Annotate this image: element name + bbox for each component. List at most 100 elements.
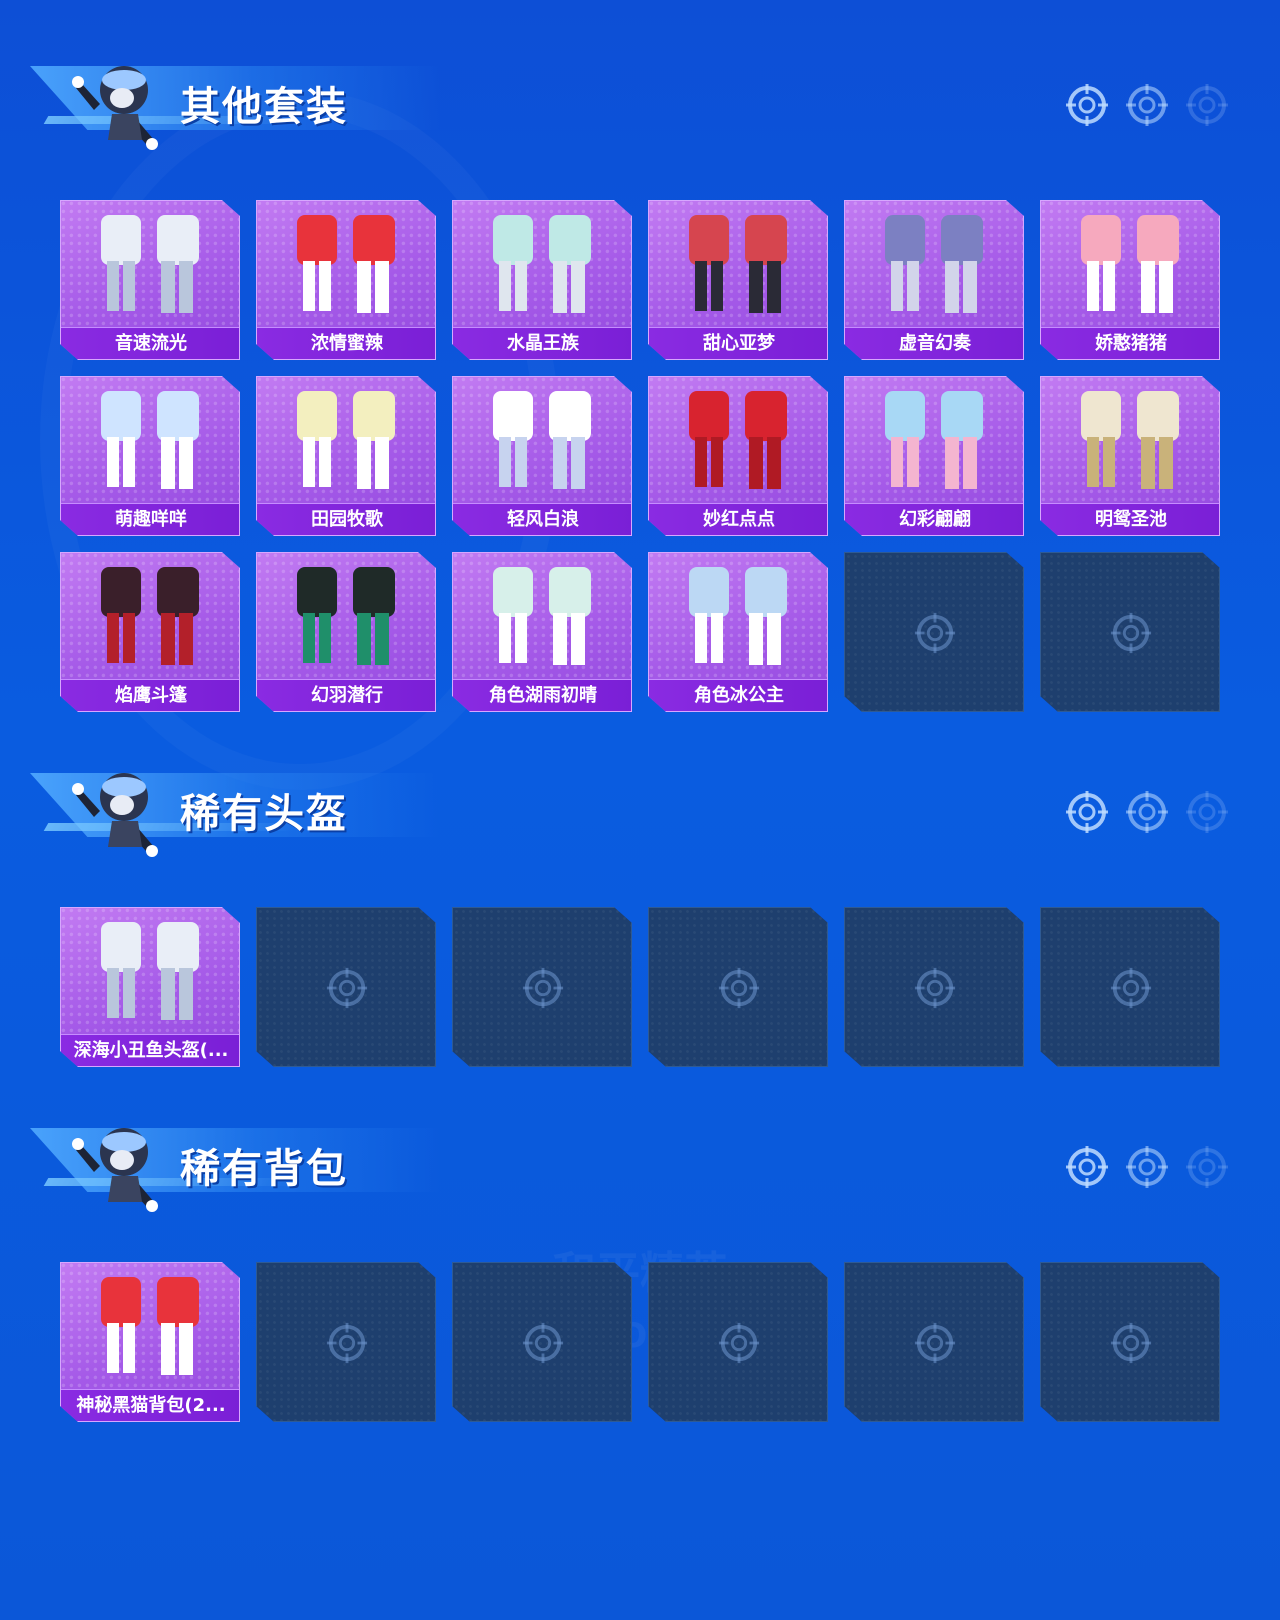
- empty-slot[interactable]: [844, 1262, 1024, 1422]
- crosshair-icon: [914, 967, 956, 1009]
- target-decoration: [1064, 1144, 1230, 1190]
- empty-slot[interactable]: [452, 907, 632, 1067]
- item-name: 轻风白浪: [453, 503, 631, 535]
- item-image: [689, 215, 787, 313]
- section-title: 稀有背包: [180, 1146, 348, 1192]
- empty-slot[interactable]: [648, 907, 828, 1067]
- item-card[interactable]: 明鸳圣池: [1040, 376, 1220, 536]
- item-card[interactable]: 水晶王族: [452, 200, 632, 360]
- section-rare-helmets: 稀有头盔 深海小丑鱼头盔(...: [0, 737, 1280, 1067]
- mascot-icon: [72, 773, 158, 857]
- crosshair-icon: [1110, 612, 1152, 654]
- empty-slot[interactable]: [844, 552, 1024, 712]
- item-name: 角色湖雨初晴: [453, 679, 631, 711]
- item-grid: 深海小丑鱼头盔(...: [60, 907, 1220, 1067]
- item-image: [885, 391, 983, 489]
- item-image: [101, 391, 199, 489]
- item-card[interactable]: 娇憨猪猪: [1040, 200, 1220, 360]
- item-name: 神秘黑猫背包(2...: [61, 1389, 239, 1421]
- item-card[interactable]: 深海小丑鱼头盔(...: [60, 907, 240, 1067]
- empty-slot[interactable]: [452, 1262, 632, 1422]
- item-grid: 神秘黑猫背包(2...: [60, 1262, 1220, 1422]
- empty-slot[interactable]: [1040, 1262, 1220, 1422]
- item-image: [493, 567, 591, 665]
- item-card[interactable]: 焰鹰斗篷: [60, 552, 240, 712]
- item-name: 幻羽潜行: [257, 679, 435, 711]
- item-image: [689, 567, 787, 665]
- item-image: [689, 391, 787, 489]
- mascot-icon: [72, 66, 158, 150]
- empty-slot[interactable]: [256, 907, 436, 1067]
- empty-slot[interactable]: [256, 1262, 436, 1422]
- item-card[interactable]: 音速流光: [60, 200, 240, 360]
- item-card[interactable]: 幻羽潜行: [256, 552, 436, 712]
- item-image: [493, 215, 591, 313]
- crosshair-icon: [522, 1322, 564, 1364]
- item-card[interactable]: 轻风白浪: [452, 376, 632, 536]
- item-card[interactable]: 神秘黑猫背包(2...: [60, 1262, 240, 1422]
- item-image: [297, 391, 395, 489]
- item-name: 田园牧歌: [257, 503, 435, 535]
- item-name: 深海小丑鱼头盔(...: [61, 1034, 239, 1066]
- crosshair-icon: [718, 967, 760, 1009]
- item-name: 虚音幻奏: [845, 327, 1023, 359]
- item-image: [101, 215, 199, 313]
- crosshair-icon: [1066, 1146, 1108, 1188]
- item-card[interactable]: 幻彩翩翩: [844, 376, 1024, 536]
- mascot-icon: [72, 1128, 158, 1212]
- item-image: [1081, 215, 1179, 313]
- item-card[interactable]: 田园牧歌: [256, 376, 436, 536]
- crosshair-icon: [914, 1322, 956, 1364]
- item-image: [101, 567, 199, 665]
- item-card[interactable]: 虚音幻奏: [844, 200, 1024, 360]
- item-name: 浓情蜜辣: [257, 327, 435, 359]
- item-name: 娇憨猪猪: [1041, 327, 1219, 359]
- crosshair-icon: [1126, 791, 1168, 833]
- item-card[interactable]: 浓情蜜辣: [256, 200, 436, 360]
- item-image: [101, 1277, 199, 1375]
- item-name: 妙红点点: [649, 503, 827, 535]
- item-image: [885, 215, 983, 313]
- section-header: 其他套装: [0, 30, 1280, 150]
- crosshair-icon: [1186, 84, 1228, 126]
- item-image: [297, 567, 395, 665]
- crosshair-icon: [326, 1322, 368, 1364]
- item-name: 角色冰公主: [649, 679, 827, 711]
- item-name: 焰鹰斗篷: [61, 679, 239, 711]
- section-rare-backpacks: 稀有背包 神秘黑猫背包(2...: [0, 1092, 1280, 1422]
- item-name: 音速流光: [61, 327, 239, 359]
- crosshair-icon: [1126, 84, 1168, 126]
- section-title: 稀有头盔: [180, 791, 348, 837]
- section-header: 稀有背包: [0, 1092, 1280, 1212]
- empty-slot[interactable]: [1040, 552, 1220, 712]
- crosshair-icon: [914, 612, 956, 654]
- item-image: [493, 391, 591, 489]
- target-decoration: [1064, 82, 1230, 128]
- item-card[interactable]: 甜心亚梦: [648, 200, 828, 360]
- item-card[interactable]: 萌趣咩咩: [60, 376, 240, 536]
- item-name: 明鸳圣池: [1041, 503, 1219, 535]
- crosshair-icon: [522, 967, 564, 1009]
- empty-slot[interactable]: [648, 1262, 828, 1422]
- crosshair-icon: [1066, 791, 1108, 833]
- item-card[interactable]: 角色冰公主: [648, 552, 828, 712]
- crosshair-icon: [1066, 84, 1108, 126]
- item-grid: 音速流光 浓情蜜辣 水晶王族 甜心亚梦 虚音幻奏 娇憨猪猪萌趣咩咩 田园牧歌 轻风白浪 妙红点点…: [60, 200, 1220, 712]
- item-card[interactable]: 角色湖雨初晴: [452, 552, 632, 712]
- item-image: [297, 215, 395, 313]
- empty-slot[interactable]: [1040, 907, 1220, 1067]
- crosshair-icon: [326, 967, 368, 1009]
- section-header: 稀有头盔: [0, 737, 1280, 857]
- crosshair-icon: [1126, 1146, 1168, 1188]
- target-decoration: [1064, 789, 1230, 835]
- empty-slot[interactable]: [844, 907, 1024, 1067]
- item-name: 萌趣咩咩: [61, 503, 239, 535]
- item-card[interactable]: 妙红点点: [648, 376, 828, 536]
- item-image: [1081, 391, 1179, 489]
- item-image: [101, 922, 199, 1020]
- crosshair-icon: [1110, 1322, 1152, 1364]
- crosshair-icon: [718, 1322, 760, 1364]
- item-name: 幻彩翩翩: [845, 503, 1023, 535]
- crosshair-icon: [1186, 791, 1228, 833]
- section-title: 其他套装: [180, 84, 348, 130]
